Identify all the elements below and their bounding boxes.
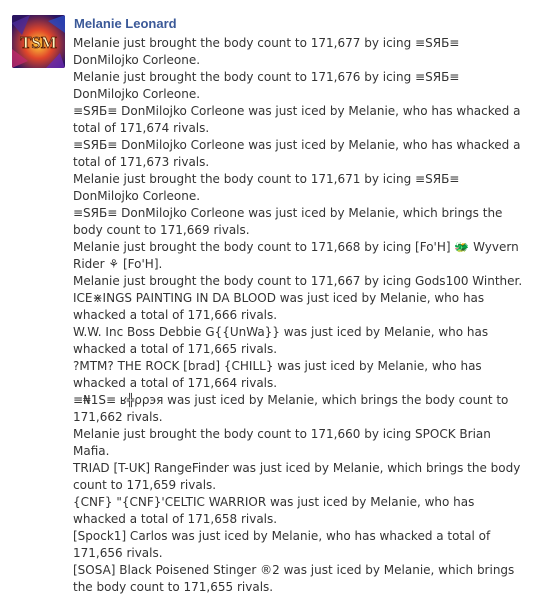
feed-entry: [SOSA] Black Poisened Stinger ®2 was jus… <box>73 563 515 594</box>
feed-entry: ≡SЯБ≡ DonMilojko Corleone was just iced … <box>73 104 521 135</box>
feed-entry: ≡₦1S≡ ʁ╬ρρэя was just iced by Melanie, w… <box>73 393 509 424</box>
feed-entry: Melanie just brought the body count to 1… <box>73 172 460 203</box>
feed-entry: ≡SЯБ≡ DonMilojko Corleone was just iced … <box>73 138 521 169</box>
feed-entry: {CNF} "{CNF}'CELTIC WARRIOR was just ice… <box>73 495 475 526</box>
avatar[interactable]: TSM <box>12 15 65 68</box>
author-name-link[interactable]: Melanie Leonard <box>74 16 177 32</box>
feed-entry: [Spock1] Carlos was just iced by Melanie… <box>73 529 491 560</box>
feed-post: TSM Melanie Leonard Melanie just brought… <box>0 0 534 594</box>
activity-list: Melanie just brought the body count to 1… <box>73 35 525 596</box>
feed-entry: Melanie just brought the body count to 1… <box>73 70 460 101</box>
feed-entry: Melanie just brought the body count to 1… <box>73 274 523 288</box>
game-logo-avatar-icon: TSM <box>12 15 65 68</box>
feed-entry: Melanie just brought the body count to 1… <box>73 427 491 458</box>
feed-entry: ≡SЯБ≡ DonMilojko Corleone was just iced … <box>73 206 503 237</box>
feed-entry: ICE⋇INGS PAINTING IN DA BLOOD was just i… <box>73 291 485 322</box>
feed-entry: Melanie just brought the body count to 1… <box>73 240 519 271</box>
feed-entry: ?MTM? THE ROCK [brad] {CHILL} was just i… <box>73 359 482 390</box>
feed-entry: TRIAD [T-UK] RangeFinder was just iced b… <box>73 461 521 492</box>
feed-entry: Melanie just brought the body count to 1… <box>73 36 460 67</box>
avatar-lettering: TSM <box>20 33 57 52</box>
feed-entry: W.W. Inc Boss Debbie G{{UnWa}} was just … <box>73 325 489 356</box>
